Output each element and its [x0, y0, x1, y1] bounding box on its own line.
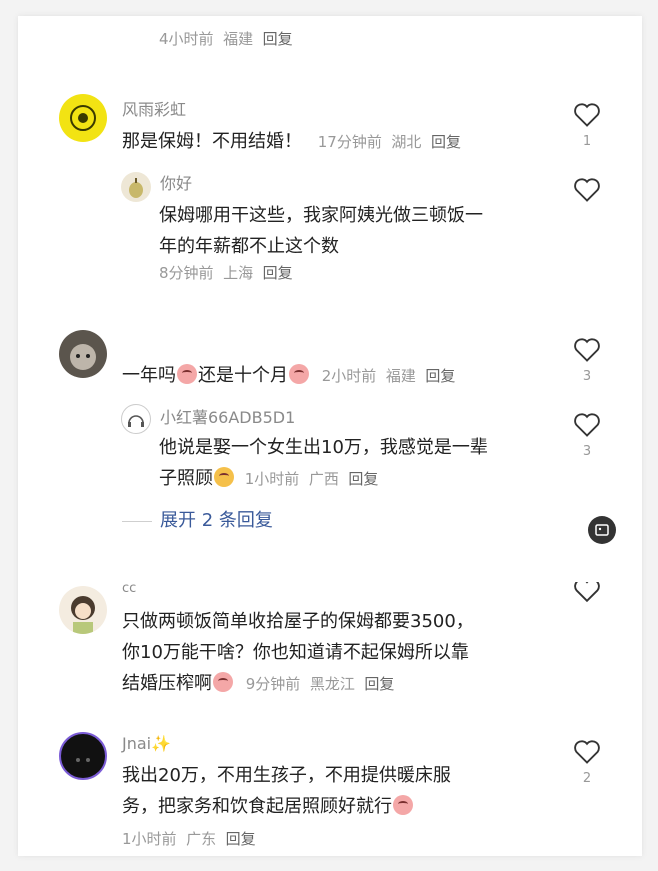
- comment-time: 2小时前: [321, 367, 377, 385]
- smirk-emoji-icon: [214, 467, 234, 487]
- avatar[interactable]: [59, 330, 107, 378]
- heart-icon: [574, 740, 600, 764]
- reply-button[interactable]: 回复: [348, 470, 378, 488]
- like-button[interactable]: 2: [569, 739, 605, 786]
- comment-time: 17分钟前: [317, 133, 382, 151]
- comment-location: 广东: [186, 830, 217, 848]
- heart-icon: [574, 178, 600, 202]
- comment-time: 4小时前: [159, 30, 214, 48]
- crying-emoji-icon: [393, 795, 413, 815]
- cat-photo-icon: [70, 344, 96, 370]
- comment-text: 一年吗: [122, 365, 176, 386]
- like-button[interactable]: [569, 177, 605, 207]
- girl-avatar-icon: [71, 596, 95, 634]
- like-button[interactable]: [569, 582, 605, 612]
- reply-time: 1小时前: [244, 470, 300, 488]
- reply-meta: 8分钟前 上海 回复: [159, 262, 293, 283]
- comment-location: 湖北: [391, 133, 422, 151]
- comment-panel: 4小时前 福建 回复 风雨彩虹 那是保姆！不用结婚！ 17分钟前 湖北 回复 1…: [18, 16, 642, 856]
- reply-button[interactable]: 回复: [226, 830, 256, 848]
- comment-location: 福建: [385, 367, 416, 385]
- reply-time: 8分钟前: [159, 264, 214, 282]
- comment-text-line: 你10万能干啥？你也知道请不起保姆所以靠: [122, 642, 469, 663]
- comment-text-line: 务，把家务和饮食起居照顾好就行: [122, 796, 392, 817]
- reply-text-line: 他说是娶一个女生出10万，我感觉是一辈: [159, 437, 488, 458]
- heart-icon: [574, 103, 600, 127]
- comment-text: 还是十个月: [198, 365, 288, 386]
- like-button[interactable]: 1: [569, 102, 605, 149]
- comment-text-line: 我出20万，不用生孩子，不用提供暖床服: [122, 765, 451, 786]
- comment-meta: 4小时前 福建 回复: [159, 28, 293, 49]
- reply-text-line: 保姆哪用干这些，我家阿姨光做三顿饭一: [159, 205, 483, 226]
- comment-text: 那是保姆！不用结婚！: [122, 131, 302, 152]
- crying-emoji-icon: [177, 364, 197, 384]
- comment-author[interactable]: cc: [122, 581, 136, 596]
- heart-icon: [574, 413, 600, 437]
- reply-author[interactable]: 你好: [160, 170, 192, 194]
- crying-emoji-icon: [289, 364, 309, 384]
- comment-time: 1小时前: [122, 830, 177, 848]
- comment-location: 福建: [223, 30, 254, 48]
- reply-button[interactable]: 回复: [425, 367, 455, 385]
- comment-body: 我出20万，不用生孩子，不用提供暖床服 务，把家务和饮食起居照顾好就行: [122, 760, 451, 822]
- avatar[interactable]: [121, 172, 151, 202]
- comment-author[interactable]: Jnai✨: [122, 734, 171, 753]
- divider: [122, 521, 152, 522]
- avatar[interactable]: [59, 586, 107, 634]
- avatar[interactable]: [121, 404, 151, 434]
- reply-text-line: 年的年薪都不止这个数: [159, 236, 339, 257]
- reply-button[interactable]: 回复: [263, 30, 293, 48]
- reply-text-line: 子照顾: [159, 468, 213, 489]
- reply-author[interactable]: 小红薯66ADB5D1: [160, 404, 295, 428]
- pear-icon: [129, 178, 143, 198]
- expand-replies-button[interactable]: 展开 2 条回复: [122, 506, 273, 532]
- image-add-icon: [595, 524, 609, 536]
- like-count: 1: [582, 134, 592, 149]
- expand-replies-label: 展开 2 条回复: [160, 510, 273, 531]
- reply-body: 他说是娶一个女生出10万，我感觉是一辈 子照顾 1小时前 广西 回复: [159, 432, 488, 495]
- like-count: 3: [582, 369, 592, 384]
- avatar-emblem-icon: [70, 105, 96, 131]
- comment-text-line: 结婚压榨啊: [122, 673, 212, 694]
- image-comment-button[interactable]: [588, 516, 616, 544]
- headphones-icon: [128, 415, 144, 427]
- dark-avatar-icon: [76, 758, 90, 762]
- heart-icon: [574, 338, 600, 362]
- reply-location: 广西: [308, 470, 339, 488]
- comment-text-line: 只做两顿饭简单收拾屋子的保姆都要3500，: [122, 611, 474, 632]
- comment-author[interactable]: [122, 334, 162, 348]
- reply-body: 保姆哪用干这些，我家阿姨光做三顿饭一 年的年薪都不止这个数: [159, 200, 483, 262]
- comment-body: 那是保姆！不用结婚！ 17分钟前 湖北 回复: [122, 126, 461, 158]
- like-count: 2: [582, 771, 592, 786]
- comment-meta: 1小时前 广东 回复: [122, 828, 256, 849]
- comment-body: 只做两顿饭简单收拾屋子的保姆都要3500， 你10万能干啥？你也知道请不起保姆所…: [122, 606, 474, 700]
- reply-button[interactable]: 回复: [364, 675, 394, 693]
- like-button[interactable]: 3: [569, 337, 605, 384]
- like-button[interactable]: 3: [569, 412, 605, 459]
- comment-body: 一年吗 还是十个月 2小时前 福建 回复: [122, 360, 455, 392]
- comment-time: 9分钟前: [245, 675, 301, 693]
- reply-button[interactable]: 回复: [263, 264, 293, 282]
- crying-emoji-icon: [213, 672, 233, 692]
- like-count: 3: [582, 444, 592, 459]
- reply-location: 上海: [223, 264, 254, 282]
- avatar[interactable]: [59, 732, 107, 780]
- comment-author[interactable]: 风雨彩虹: [122, 96, 186, 120]
- heart-icon: [574, 582, 600, 603]
- comment-location: 黑龙江: [309, 675, 355, 693]
- avatar[interactable]: [59, 94, 107, 142]
- reply-button[interactable]: 回复: [431, 133, 461, 151]
